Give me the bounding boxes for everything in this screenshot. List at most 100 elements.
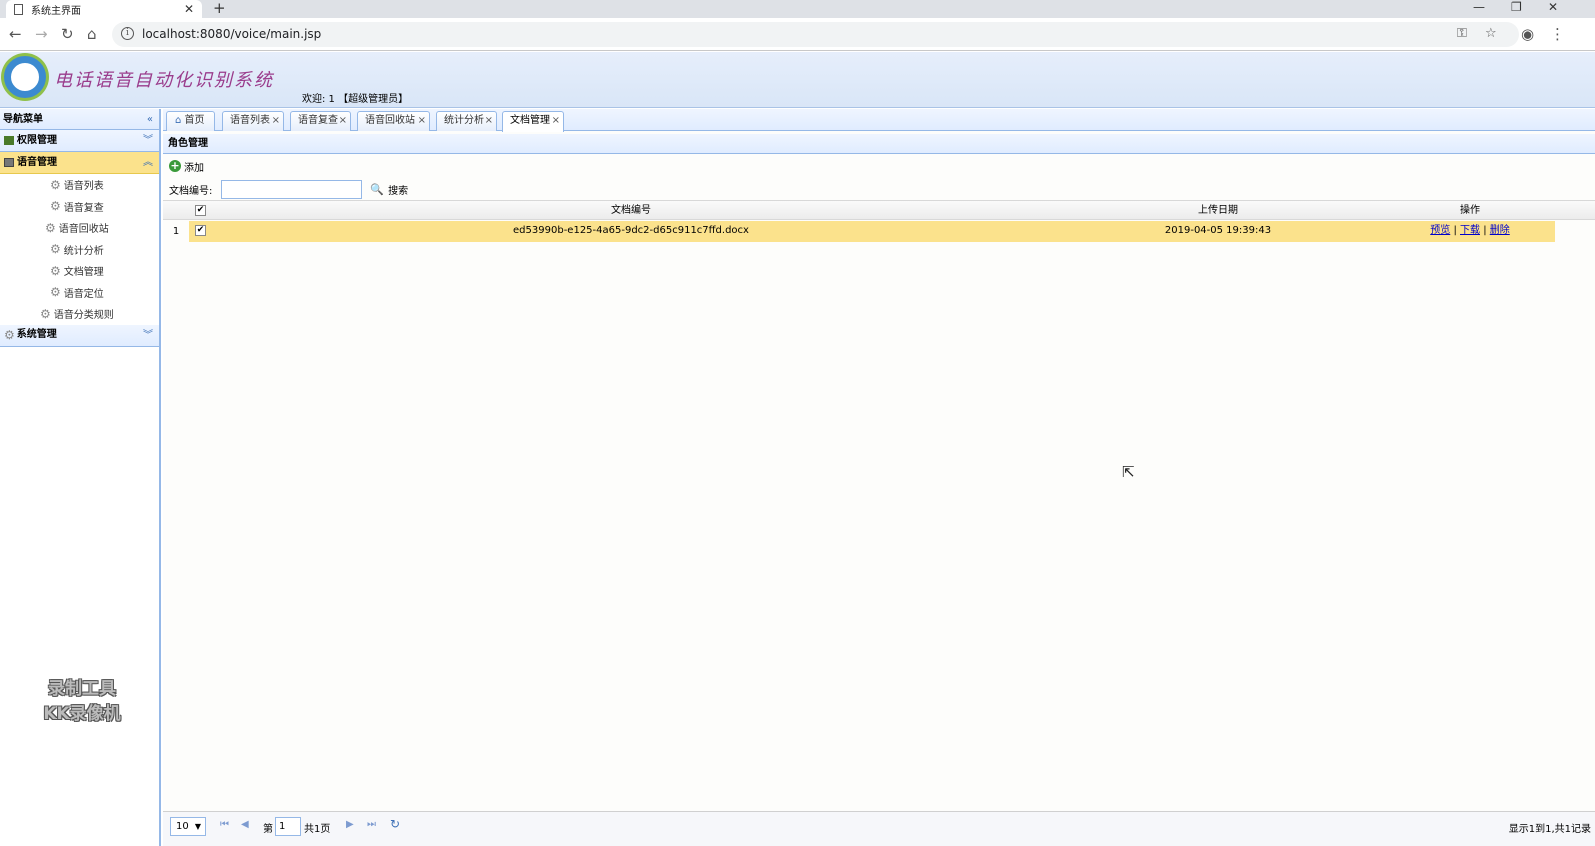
row-checkbox[interactable]: ✔: [195, 225, 206, 236]
page-total: 共1页: [304, 824, 331, 835]
back-icon[interactable]: ←: [9, 25, 22, 43]
chevron-up-icon[interactable]: ︽: [143, 152, 153, 174]
account-icon[interactable]: ◉: [1521, 25, 1534, 43]
add-label: 添加: [184, 162, 204, 174]
restore-icon[interactable]: ❐: [1511, 0, 1522, 14]
nav-item-voice-locate[interactable]: ⚙ 语音定位: [0, 282, 159, 304]
menu-icon[interactable]: ⋮: [1550, 25, 1565, 43]
mouse-cursor-icon: ⇱: [1122, 463, 1135, 481]
star-icon[interactable]: ☆: [1485, 26, 1497, 41]
page-number-input[interactable]: 1: [275, 817, 301, 836]
tab-label: 统计分析: [444, 115, 484, 126]
cell-upload-date: 2019-04-05 19:39:43: [1164, 225, 1272, 236]
tab-label: 语音回收站: [365, 115, 415, 126]
tab-label: 语音复查: [298, 115, 338, 126]
left-nav: 导航菜单 « 权限管理 ︾ 语音管理 ︽ ⚙ 语音列表 ⚙ 语音复查 ⚙ 语音回…: [0, 109, 161, 846]
nav-group-voice[interactable]: 语音管理 ︽: [0, 152, 159, 174]
nav-item-statistics[interactable]: ⚙ 统计分析: [0, 239, 159, 261]
omnibox[interactable]: i localhost:8080/voice/main.jsp ⚿ ☆: [112, 22, 1519, 47]
preview-link[interactable]: 预览: [1430, 225, 1450, 236]
add-icon: +: [169, 159, 181, 172]
tab-label: 首页: [184, 115, 205, 126]
url-text[interactable]: localhost:8080/voice/main.jsp: [142, 27, 321, 41]
first-page-icon[interactable]: ⏮: [220, 819, 229, 830]
record-summary: 显示1到1,共1记录: [1508, 824, 1591, 835]
tab-statistics[interactable]: 统计分析 ×: [436, 111, 497, 131]
document-id-input[interactable]: [221, 179, 363, 199]
pagination: 10 ▼ ⏮ ◀ 第 1 共1页 ▶ ⏭ ↻ 显示1到1,共1记录: [163, 811, 1595, 846]
nav-item-voice-review[interactable]: ⚙ 语音复查: [0, 196, 159, 218]
nav-item-label: 统计分析: [63, 245, 104, 257]
app-header: 电话语音自动化识别系统 欢迎: 1 【超级管理员】: [0, 52, 1595, 108]
search-button[interactable]: 🔍 搜索: [370, 182, 408, 197]
key-icon[interactable]: ⚿: [1457, 26, 1467, 41]
nav-item-label: 语音复查: [63, 202, 104, 214]
row-number: 1: [163, 221, 189, 242]
nav-title: 导航菜单 «: [0, 109, 159, 130]
last-page-icon[interactable]: ⏭: [367, 819, 376, 830]
nav-item-voice-classify-rule[interactable]: ⚙ 语音分类规则: [0, 303, 159, 325]
close-icon[interactable]: ×: [339, 112, 347, 130]
cell-doc-id: ed53990b-e125-4a65-9dc2-d65c911c7ffd.doc…: [513, 225, 749, 236]
gear-icon: ⚙: [40, 306, 51, 321]
nav-item-label: 文档管理: [63, 267, 104, 279]
nav-group-label: 系统管理: [16, 329, 57, 340]
tab-document-manage[interactable]: 文档管理 ×: [502, 111, 564, 132]
nav-item-voice-list[interactable]: ⚙ 语音列表: [0, 174, 159, 196]
voice-manage-icon: [4, 158, 14, 167]
page-size-value: 10: [176, 821, 189, 832]
close-icon[interactable]: ✕: [184, 2, 194, 16]
prev-page-icon[interactable]: ◀: [241, 819, 249, 830]
browser-tab[interactable]: 系统主界面 ✕: [6, 0, 202, 18]
delete-link[interactable]: 删除: [1490, 225, 1510, 236]
tab-voice-recycle[interactable]: 语音回收站 ×: [357, 111, 430, 131]
gear-icon: ⚙: [50, 285, 61, 300]
tab-label: 文档管理: [510, 115, 550, 126]
nav-item-document-manage[interactable]: ⚙ 文档管理: [0, 260, 159, 282]
refresh-icon[interactable]: ↻: [390, 817, 400, 831]
info-icon[interactable]: i: [121, 27, 134, 40]
home-icon[interactable]: ⌂: [87, 25, 97, 43]
new-tab-icon[interactable]: +: [213, 0, 226, 17]
nav-item-label: 语音回收站: [58, 224, 109, 236]
home-icon: ⌂: [175, 115, 182, 126]
nav-item-voice-recycle[interactable]: ⚙ 语音回收站: [0, 217, 159, 239]
nav-group-label: 语音管理: [17, 156, 57, 168]
reload-icon[interactable]: ↻: [61, 25, 74, 43]
close-icon[interactable]: ×: [272, 112, 280, 130]
nav-group-permission[interactable]: 权限管理 ︾: [0, 130, 159, 152]
forward-icon[interactable]: →: [35, 25, 48, 43]
next-page-icon[interactable]: ▶: [346, 819, 354, 830]
logo-gear-icon: [4, 56, 46, 98]
content-tabs: ⌂ 首页 语音列表 × 语音复查 × 语音回收站 × 统计分析 × 文档管理 ×: [163, 109, 1595, 132]
minimize-icon[interactable]: —: [1473, 0, 1485, 14]
gear-icon: ⚙: [4, 328, 15, 342]
page-size-select[interactable]: 10 ▼: [170, 817, 206, 836]
recorder-watermark: 录制工具 KK录像机: [26, 677, 138, 727]
close-icon[interactable]: ×: [485, 112, 493, 130]
nav-item-label: 语音定位: [63, 288, 104, 300]
close-icon[interactable]: ×: [418, 112, 426, 130]
nav-group-system[interactable]: ⚙ 系统管理 ︾: [0, 324, 159, 347]
cell-actions: 预览 | 下载 | 删除: [1425, 221, 1515, 241]
chevron-down-icon[interactable]: ︾: [143, 325, 153, 347]
collapse-left-icon[interactable]: «: [147, 109, 153, 130]
chevron-down-icon[interactable]: ︾: [143, 130, 153, 152]
document-icon: [14, 3, 23, 15]
page-prefix: 第: [263, 824, 273, 835]
tab-home[interactable]: ⌂ 首页: [166, 111, 215, 131]
window-close-icon[interactable]: ✕: [1548, 0, 1558, 14]
download-link[interactable]: 下载: [1460, 225, 1480, 236]
tab-voice-review[interactable]: 语音复查 ×: [290, 111, 351, 131]
gear-icon: ⚙: [50, 242, 61, 257]
tab-voice-list[interactable]: 语音列表 ×: [222, 111, 284, 131]
select-all-checkbox[interactable]: ✔: [195, 205, 206, 216]
column-upload-date[interactable]: 上传日期: [1063, 201, 1373, 221]
watermark-line1: 录制工具: [48, 679, 116, 699]
add-button[interactable]: + 添加: [169, 159, 204, 174]
browser-tabbar: 系统主界面 ✕ + — ❐ ✕: [0, 0, 1595, 18]
table-row[interactable]: 1 ✔ ed53990b-e125-4a65-9dc2-d65c911c7ffd…: [163, 221, 1595, 242]
column-doc-id[interactable]: 文档编号: [223, 201, 1039, 221]
close-icon[interactable]: ×: [552, 112, 560, 130]
nav-title-text: 导航菜单: [3, 114, 43, 125]
